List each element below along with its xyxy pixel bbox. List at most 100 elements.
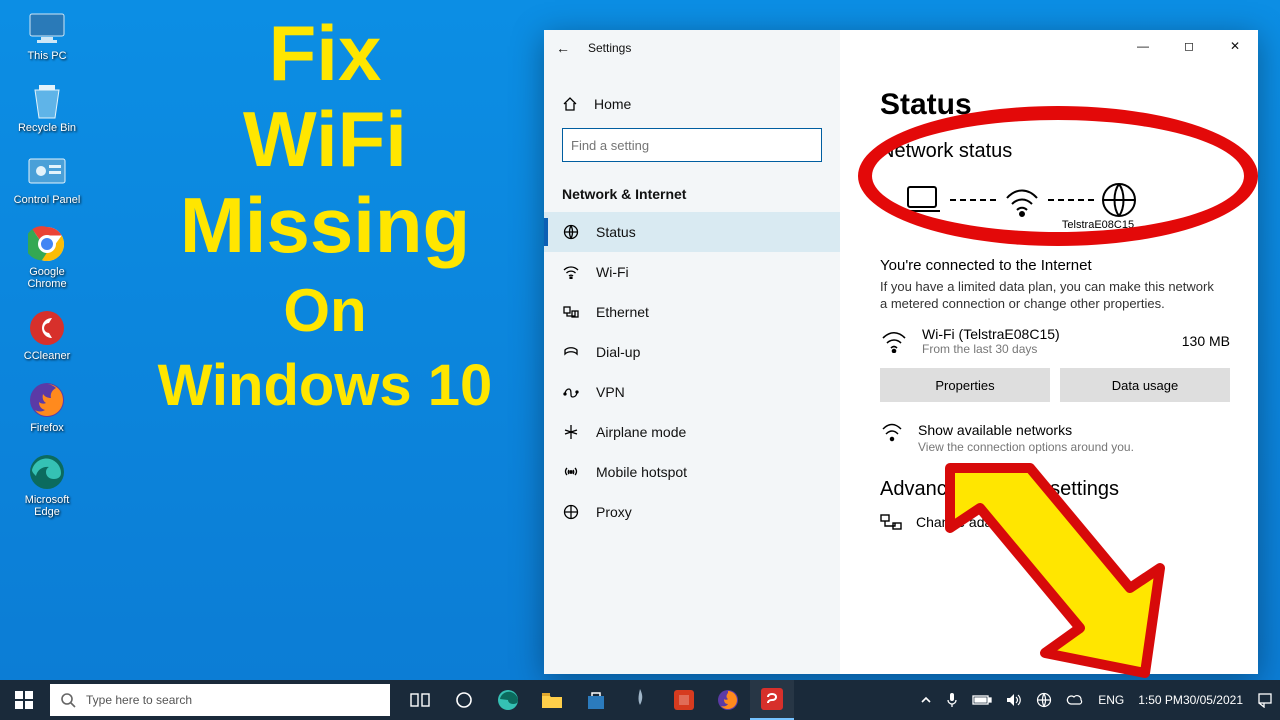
- network-ssid: TelstraE08C15: [966, 219, 1230, 231]
- connection-range: From the last 30 days: [922, 342, 1060, 356]
- sidebar-item-dialup[interactable]: Dial-up: [544, 332, 840, 372]
- sidebar-item-ethernet[interactable]: Ethernet: [544, 292, 840, 332]
- change-adapter-label: Change adapter options: [916, 514, 1065, 530]
- overlay-line: Windows 10: [145, 354, 505, 418]
- tray-mic[interactable]: [939, 680, 965, 720]
- tray-language[interactable]: ENG: [1091, 680, 1131, 720]
- nav-label: VPN: [596, 384, 625, 400]
- tray-volume[interactable]: [999, 680, 1029, 720]
- ccleaner-icon: [27, 308, 67, 348]
- wifi-list-icon: [880, 422, 904, 444]
- search-icon: [60, 692, 76, 708]
- sidebar-category: Network & Internet: [544, 176, 840, 212]
- tutorial-title-overlay: Fix WiFi Missing On Windows 10: [145, 10, 505, 418]
- settings-window: ← Settings ― ◻ ✕ Home Network & Internet…: [544, 30, 1258, 674]
- cortana-button[interactable]: [442, 680, 486, 720]
- connected-description: If you have a limited data plan, you can…: [880, 278, 1220, 312]
- desktop-icons: This PC Recycle Bin Control Panel Google…: [12, 8, 82, 518]
- back-button[interactable]: ←: [556, 40, 570, 56]
- overlay-line: On: [145, 268, 505, 354]
- hotspot-icon: [562, 465, 580, 479]
- taskbar-explorer[interactable]: [530, 680, 574, 720]
- page-title: Status: [880, 88, 1230, 122]
- taskbar-edge[interactable]: [486, 680, 530, 720]
- desktop-icon-ccleaner[interactable]: CCleaner: [12, 308, 82, 362]
- desktop-icon-label: Google Chrome: [12, 266, 82, 290]
- firefox-icon: [27, 380, 67, 420]
- tray-notifications[interactable]: [1250, 680, 1280, 720]
- change-adapter-row[interactable]: Change adapter options: [880, 513, 1230, 531]
- desktop-icon-recycle-bin[interactable]: Recycle Bin: [12, 80, 82, 134]
- tray-overflow[interactable]: [913, 680, 939, 720]
- data-usage-button[interactable]: Data usage: [1060, 368, 1230, 402]
- proxy-icon: [562, 504, 580, 520]
- taskbar-pinned: [398, 680, 794, 720]
- globe-icon: [1100, 181, 1138, 219]
- connected-heading: You're connected to the Internet: [880, 257, 1230, 274]
- taskbar-snagit[interactable]: [750, 680, 794, 720]
- nav-label: Dial-up: [596, 344, 640, 360]
- tray-battery[interactable]: [965, 680, 999, 720]
- desktop-icon-this-pc[interactable]: This PC: [12, 8, 82, 62]
- desktop-icon-label: Control Panel: [14, 194, 81, 206]
- sidebar-item-vpn[interactable]: VPN: [544, 372, 840, 412]
- desktop-icon-firefox[interactable]: Firefox: [12, 380, 82, 434]
- tray-clock[interactable]: 1:50 PM 30/05/2021: [1131, 680, 1250, 720]
- tray-date: 30/05/2021: [1183, 694, 1243, 707]
- desktop-icon-label: Microsoft Edge: [12, 494, 82, 518]
- sidebar-item-status[interactable]: Status: [544, 212, 840, 252]
- show-available-networks[interactable]: Show available networks: [918, 422, 1134, 438]
- sidebar-home[interactable]: Home: [544, 84, 840, 124]
- wifi-icon: [562, 265, 580, 279]
- desktop-icon-label: Recycle Bin: [18, 122, 76, 134]
- dialup-icon: [562, 346, 580, 358]
- taskbar-firefox[interactable]: [706, 680, 750, 720]
- properties-button[interactable]: Properties: [880, 368, 1050, 402]
- nav-label: Ethernet: [596, 304, 649, 320]
- taskbar-search[interactable]: Type here to search: [50, 684, 390, 716]
- taskbar: Type here to search ENG 1:50 PM 30/05/20…: [0, 680, 1280, 720]
- vpn-icon: [562, 386, 580, 398]
- section-network-status: Network status: [880, 140, 1230, 163]
- overlay-line: Missing: [145, 182, 505, 268]
- sidebar-item-airplane[interactable]: Airplane mode: [544, 412, 840, 452]
- network-diagram: [900, 181, 1230, 219]
- tray-onedrive[interactable]: [1059, 680, 1091, 720]
- show-available-desc: View the connection options around you.: [918, 440, 1134, 454]
- taskbar-app[interactable]: [618, 680, 662, 720]
- overlay-line: Fix: [145, 10, 505, 96]
- desktop-icon-chrome[interactable]: Google Chrome: [12, 224, 82, 290]
- edge-icon: [27, 452, 67, 492]
- network-type: Private network: [966, 231, 1230, 243]
- start-button[interactable]: [0, 680, 48, 720]
- desktop-icon-label: Firefox: [30, 422, 64, 434]
- settings-sidebar: Home Network & Internet Status Wi-Fi Eth…: [544, 30, 840, 674]
- taskbar-office[interactable]: [662, 680, 706, 720]
- connection-name: Wi-Fi (TelstraE08C15): [922, 326, 1060, 342]
- taskbar-store[interactable]: [574, 680, 618, 720]
- system-tray: ENG 1:50 PM 30/05/2021: [913, 680, 1280, 720]
- monitor-icon: [27, 8, 67, 48]
- laptop-icon: [900, 183, 944, 217]
- recycle-bin-icon: [27, 80, 67, 120]
- task-view-button[interactable]: [398, 680, 442, 720]
- desktop-icon-edge[interactable]: Microsoft Edge: [12, 452, 82, 518]
- desktop-icon-label: This PC: [27, 50, 66, 62]
- sidebar-item-wifi[interactable]: Wi-Fi: [544, 252, 840, 292]
- desktop-icon-control-panel[interactable]: Control Panel: [12, 152, 82, 206]
- wifi-icon: [880, 329, 908, 353]
- settings-search-input[interactable]: [562, 128, 822, 162]
- wifi-icon: [1002, 183, 1042, 217]
- nav-label: Mobile hotspot: [596, 464, 687, 480]
- sidebar-item-hotspot[interactable]: Mobile hotspot: [544, 452, 840, 492]
- sidebar-home-label: Home: [594, 96, 631, 112]
- connection-usage: 130 MB: [1182, 333, 1230, 349]
- sidebar-item-proxy[interactable]: Proxy: [544, 492, 840, 532]
- control-panel-icon: [27, 152, 67, 192]
- tray-network[interactable]: [1029, 680, 1059, 720]
- window-title: Settings: [588, 41, 631, 55]
- nav-label: Status: [596, 224, 636, 240]
- status-icon: [562, 224, 580, 240]
- airplane-icon: [562, 424, 580, 440]
- advanced-heading: Advanced network settings: [880, 478, 1230, 501]
